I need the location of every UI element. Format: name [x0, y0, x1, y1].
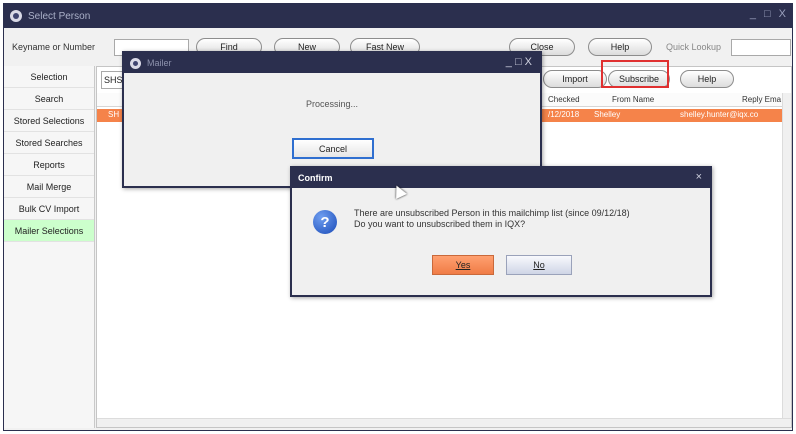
sidebar-item-bulk-cv-import[interactable]: Bulk CV Import — [4, 198, 94, 220]
sidebar-item-selection[interactable]: Selection — [4, 66, 94, 88]
keyname-label: Keyname or Number — [12, 42, 96, 52]
minimize-icon[interactable]: _ — [750, 8, 756, 20]
sidebar-item-reports[interactable]: Reports — [4, 154, 94, 176]
window-controls: _ □ X — [750, 8, 786, 20]
app-icon — [130, 57, 141, 69]
subscribe-highlight — [601, 60, 669, 88]
mailer-window-controls[interactable]: _ □ X — [506, 56, 532, 68]
cell-name: SH — [108, 110, 120, 119]
question-mark-icon: ? — [313, 210, 337, 234]
sidebar-item-mailer-selections[interactable]: Mailer Selections — [4, 220, 94, 242]
confirm-message-line2: Do you want to unsubscribed them in IQX? — [354, 219, 526, 229]
confirm-message-line1: There are unsubscribed Person in this ma… — [354, 208, 630, 218]
cancel-button[interactable]: Cancel — [292, 138, 374, 159]
header-checked[interactable]: Checked — [548, 95, 580, 104]
processing-text: Processing... — [305, 99, 359, 109]
app-icon — [10, 10, 22, 22]
quick-lookup-input[interactable] — [731, 39, 791, 56]
close-icon[interactable]: X — [779, 8, 786, 20]
confirm-dialog-title: Confirm — [298, 173, 333, 183]
mailer-dialog-titlebar[interactable]: Mailer _ □ X — [124, 53, 540, 73]
mailer-dialog-title: Mailer — [147, 58, 172, 68]
import-button[interactable]: Import — [543, 70, 607, 88]
yes-label: Yes — [455, 260, 471, 270]
maximize-icon[interactable]: □ — [764, 8, 771, 20]
window-title: Select Person — [28, 10, 91, 22]
confirm-message: There are unsubscribed Person in this ma… — [354, 208, 630, 230]
no-button[interactable]: No — [506, 255, 572, 275]
confirm-dialog-titlebar[interactable]: Confirm × — [292, 168, 710, 188]
cell-checked: /12/2018 — [548, 110, 580, 119]
window-titlebar[interactable]: Select Person _ □ X — [4, 4, 792, 28]
yes-button[interactable]: Yes — [432, 255, 494, 275]
sidebar-item-mail-merge[interactable]: Mail Merge — [4, 176, 94, 198]
sidebar: Selection Search Stored Selections Store… — [4, 66, 95, 428]
help-button[interactable]: Help — [588, 38, 652, 56]
close-icon[interactable]: × — [696, 171, 702, 183]
header-from-name[interactable]: From Name — [612, 95, 654, 104]
sidebar-item-stored-searches[interactable]: Stored Searches — [4, 132, 94, 154]
vertical-scrollbar[interactable] — [782, 93, 791, 427]
header-reply-email[interactable]: Reply Ema — [742, 95, 781, 104]
quick-lookup-label: Quick Lookup — [666, 42, 722, 52]
content-help-button[interactable]: Help — [680, 70, 734, 88]
cell-from-name: Shelley — [594, 110, 621, 119]
confirm-dialog: Confirm × ? There are unsubscribed Perso… — [290, 166, 712, 297]
no-label: No — [533, 260, 545, 270]
sidebar-item-stored-selections[interactable]: Stored Selections — [4, 110, 94, 132]
horizontal-scrollbar[interactable] — [97, 418, 791, 427]
cell-reply-email: shelley.hunter@iqx.co — [680, 110, 759, 119]
sidebar-item-search[interactable]: Search — [4, 88, 94, 110]
